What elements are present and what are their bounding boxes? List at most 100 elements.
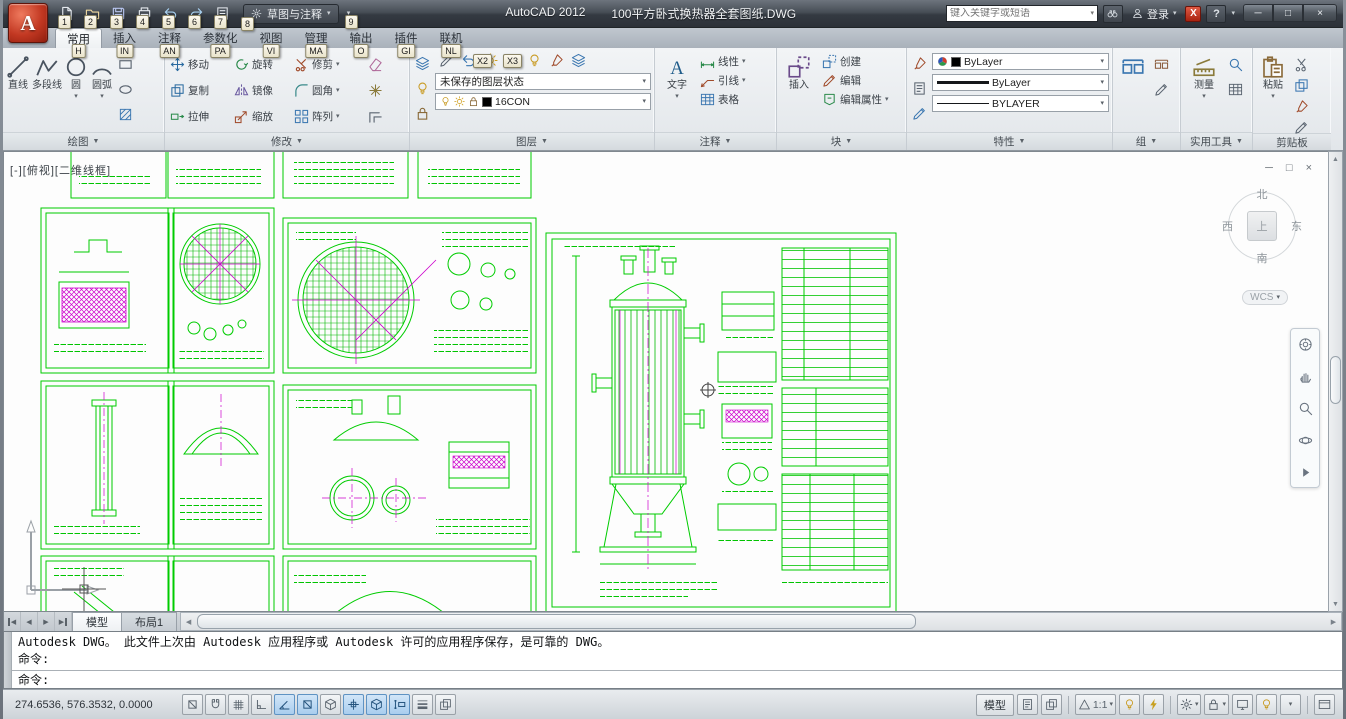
quick-calculator-button[interactable] xyxy=(1226,80,1244,99)
quick-view-drawings-button[interactable] xyxy=(1041,694,1062,715)
object-color-dropdown[interactable]: ByLayer ▾ xyxy=(932,53,1109,70)
model-space-button[interactable]: 模型 xyxy=(976,694,1014,716)
vertical-scrollbar[interactable]: ▲ ▼ xyxy=(1328,151,1343,612)
panel-label-group[interactable]: 组▼ xyxy=(1113,132,1180,150)
annotation-visibility-button[interactable] xyxy=(1119,694,1140,715)
help-menu-caret-icon[interactable]: ▾ xyxy=(1231,10,1235,17)
layer-dropdown[interactable]: 16CON ▾ xyxy=(435,93,651,110)
explode-button[interactable] xyxy=(366,81,384,100)
ribbon-tab-home[interactable]: 常用H xyxy=(55,28,102,48)
tab-nav-last-button[interactable]: ▶ xyxy=(55,612,72,631)
ribbon-tab-view[interactable]: 视图VI xyxy=(249,28,294,48)
toggle-dynamic-input[interactable] xyxy=(389,694,410,715)
panel-label-layers[interactable]: 图层▼ xyxy=(410,132,654,150)
match-properties-button[interactable] xyxy=(910,54,928,73)
scale-button[interactable]: 缩放 xyxy=(232,109,292,124)
layer-on-button[interactable] xyxy=(525,51,543,70)
edit-attributes-button[interactable]: 编辑属性▾ xyxy=(820,92,891,107)
tab-layout1[interactable]: 布局1 xyxy=(121,612,177,631)
mirror-button[interactable]: 镜像 xyxy=(232,83,292,98)
group-button[interactable] xyxy=(1116,51,1150,132)
viewport-controls[interactable]: [-][俯视][二维线框] xyxy=(10,162,111,178)
ribbon-tab-parametric[interactable]: 参数化PA xyxy=(192,28,249,48)
cut-button[interactable] xyxy=(1292,55,1310,74)
quick-select-button[interactable] xyxy=(1226,55,1244,74)
hardware-acceleration-button[interactable] xyxy=(1232,694,1253,715)
toggle-object-snap[interactable] xyxy=(297,694,318,715)
ribbon-tab-online[interactable]: 联机NL xyxy=(429,28,474,48)
qat-plot-preview-button[interactable]: 7 xyxy=(211,3,234,24)
properties-list-button[interactable] xyxy=(910,79,928,98)
toggle-snap-mode[interactable] xyxy=(205,694,226,715)
panel-label-draw[interactable]: 绘图▼ xyxy=(3,132,164,150)
toggle-object-snap-tracking[interactable] xyxy=(343,694,364,715)
stretch-button[interactable]: 拉伸 xyxy=(168,109,232,124)
workspace-dropdown[interactable]: 草图与注释 ▾ 8 xyxy=(243,4,339,24)
horizontal-scrollbar[interactable]: ◀ ▶ xyxy=(180,612,1342,631)
hatch-button[interactable] xyxy=(116,105,134,124)
move-button[interactable]: 移动 xyxy=(168,57,232,72)
vertical-scrollbar-thumb[interactable] xyxy=(1330,356,1341,404)
close-button[interactable]: × xyxy=(1303,4,1337,22)
compass-east[interactable]: 东 xyxy=(1291,218,1302,234)
sign-in-button[interactable]: 登录 ▾ xyxy=(1128,6,1181,22)
ribbon-tab-insert[interactable]: 插入IN xyxy=(102,28,147,48)
toggle-lineweight-display[interactable] xyxy=(412,694,433,715)
search-button[interactable] xyxy=(1103,5,1123,23)
pan-button[interactable] xyxy=(1295,366,1315,386)
properties-edit-button[interactable] xyxy=(910,104,928,123)
toggle-polar-tracking[interactable] xyxy=(274,694,295,715)
layer-walk-button[interactable] xyxy=(569,51,587,70)
scroll-up-button[interactable]: ▲ xyxy=(1329,152,1342,166)
copy-button[interactable]: 复制 xyxy=(168,83,232,98)
annotation-scale-button[interactable]: 1:1 ▾ xyxy=(1075,694,1116,715)
paste-special-button[interactable] xyxy=(1292,97,1310,116)
orbit-button[interactable] xyxy=(1295,430,1315,450)
annotation-autoscale-button[interactable] xyxy=(1143,694,1164,715)
ribbon-tab-manage[interactable]: 管理MA xyxy=(294,28,339,48)
qat-open-button[interactable]: 2 xyxy=(81,3,104,24)
table-button[interactable]: 表格 xyxy=(698,92,748,107)
qat-redo-button[interactable]: 6 xyxy=(185,3,208,24)
layer-off-button[interactable] xyxy=(413,79,431,98)
rotate-button[interactable]: 旋转 xyxy=(232,57,292,72)
scroll-right-button[interactable]: ▶ xyxy=(1326,613,1341,630)
qat-undo-button[interactable]: 5 xyxy=(159,3,182,24)
scroll-left-button[interactable]: ◀ xyxy=(181,613,196,630)
linear-dimension-button[interactable]: 线性▾ xyxy=(698,54,748,69)
application-menu-button[interactable]: A xyxy=(8,3,48,43)
coordinates-display[interactable]: 274.6536, 576.3532, 0.0000 xyxy=(11,696,179,714)
compass-west[interactable]: 西 xyxy=(1222,218,1233,234)
panel-label-block[interactable]: 块▼ xyxy=(777,132,906,150)
lineweight-dropdown[interactable]: ByLayer ▾ xyxy=(932,74,1109,91)
wcs-dropdown[interactable]: WCS ▾ xyxy=(1242,290,1288,305)
linetype-dropdown[interactable]: BYLAYER ▾ xyxy=(932,95,1109,112)
tab-model[interactable]: 模型 xyxy=(72,612,122,631)
layer-isolate-button[interactable] xyxy=(413,104,431,123)
viewport-restore-icon[interactable]: □ xyxy=(1286,162,1293,174)
toggle-dynamic-ucs[interactable] xyxy=(366,694,387,715)
toggle-infer-constraints[interactable] xyxy=(182,694,203,715)
array-button[interactable]: 阵列▾ xyxy=(292,109,366,124)
toolbar-lock-button[interactable]: ▾ xyxy=(1204,694,1229,715)
drawing-area[interactable]: [-][俯视][二维线框] ─ □ × 北 西 东 南 上 WCS ▾ xyxy=(3,151,1328,612)
viewport-close-icon[interactable]: × xyxy=(1306,162,1312,174)
paste-button[interactable]: 粘贴▾ xyxy=(1256,51,1290,133)
panel-label-modify[interactable]: 修改▼ xyxy=(165,132,409,150)
panel-label-utilities[interactable]: 实用工具▼ xyxy=(1181,132,1252,150)
offset-button[interactable] xyxy=(366,107,384,126)
search-input[interactable] xyxy=(950,8,1090,19)
panel-label-annotation[interactable]: 注释▼ xyxy=(655,132,776,150)
ribbon-tab-output[interactable]: 输出O xyxy=(339,28,384,48)
line-button[interactable]: 直线 xyxy=(6,51,30,132)
qat-new-button[interactable]: 1 xyxy=(55,3,78,24)
copy-with-basepoint-button[interactable] xyxy=(1292,118,1310,137)
qat-menu-button[interactable]: ▾ 9 xyxy=(342,3,356,24)
tab-nav-next-button[interactable]: ▶ xyxy=(38,612,55,631)
circle-button[interactable]: 圆▾ xyxy=(64,51,88,132)
ribbon-tab-annotate[interactable]: 注释AN xyxy=(147,28,192,48)
workspace-switch-button[interactable]: ▾ xyxy=(1177,694,1202,715)
measure-button[interactable]: 测量▾ xyxy=(1184,51,1224,132)
tab-nav-prev-button[interactable]: ◀ xyxy=(21,612,38,631)
help-button[interactable]: ? xyxy=(1206,5,1226,23)
